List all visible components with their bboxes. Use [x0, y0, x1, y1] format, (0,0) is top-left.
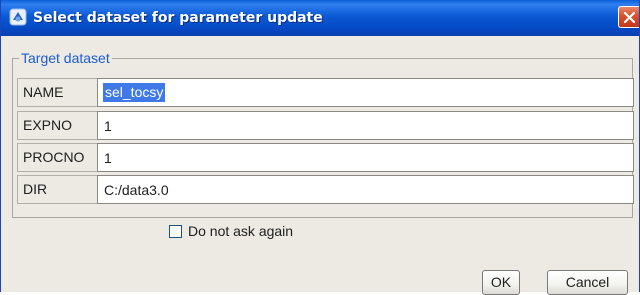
name-row: NAME sel_tocsy	[17, 78, 634, 107]
name-field[interactable]	[97, 78, 634, 107]
ok-button[interactable]: OK	[482, 270, 520, 295]
dir-row: DIR	[17, 175, 634, 204]
cancel-button[interactable]: Cancel	[547, 270, 628, 295]
procno-field[interactable]	[97, 143, 634, 172]
procno-label: PROCNO	[17, 143, 97, 172]
app-icon	[9, 8, 27, 26]
dir-field[interactable]	[97, 175, 634, 204]
title-bar[interactable]: Select dataset for parameter update	[1, 0, 639, 36]
do-not-ask-again-label: Do not ask again	[188, 223, 294, 239]
close-button[interactable]	[618, 6, 639, 28]
group-title: Target dataset	[21, 50, 110, 66]
dialog-content: Target dataset NAME sel_tocsy EXPNO PROC…	[1, 36, 639, 295]
window-title: Select dataset for parameter update	[33, 10, 323, 26]
dir-label: DIR	[17, 175, 97, 204]
procno-row: PROCNO	[17, 143, 634, 172]
close-icon	[623, 11, 636, 24]
do-not-ask-again-option[interactable]: Do not ask again	[169, 222, 293, 240]
dialog-window: Select dataset for parameter update Targ…	[0, 0, 640, 295]
expno-label: EXPNO	[17, 111, 97, 140]
do-not-ask-again-checkbox[interactable]	[169, 224, 182, 238]
expno-field[interactable]	[97, 111, 634, 140]
name-label: NAME	[17, 78, 97, 107]
expno-row: EXPNO	[17, 111, 634, 140]
